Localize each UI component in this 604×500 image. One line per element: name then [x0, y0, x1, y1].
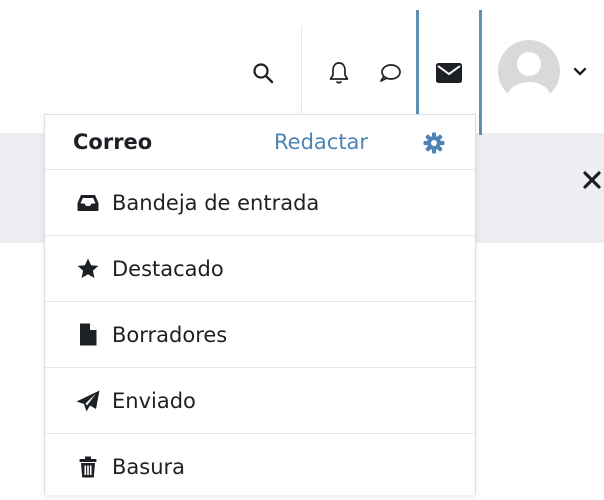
- popover-title: Correo: [73, 130, 153, 154]
- inbox-icon: [76, 191, 100, 215]
- menu-item-label: Borradores: [112, 322, 228, 347]
- menu-item-inbox[interactable]: Bandeja de entrada: [45, 170, 475, 236]
- menu-item-label: Destacado: [112, 256, 224, 281]
- menu-item-label: Bandeja de entrada: [112, 190, 320, 215]
- menu-item-drafts[interactable]: Borradores: [45, 302, 475, 368]
- file-icon: [76, 323, 100, 347]
- search-icon[interactable]: [250, 60, 276, 86]
- popover-header: Correo Redactar: [45, 115, 475, 170]
- compose-link[interactable]: Redactar: [274, 130, 368, 154]
- menu-item-sent[interactable]: Enviado: [45, 368, 475, 434]
- paper-plane-icon: [76, 389, 100, 413]
- bell-icon[interactable]: [326, 59, 352, 87]
- close-icon[interactable]: [582, 170, 602, 194]
- menu-item-label: Basura: [112, 455, 186, 479]
- menu-item-starred[interactable]: Destacado: [45, 236, 475, 302]
- mail-menu: Bandeja de entrada Destacado Borradores: [45, 170, 475, 500]
- menu-item-label: Enviado: [112, 388, 196, 413]
- trash-icon: [76, 455, 100, 479]
- gear-icon[interactable]: [422, 131, 446, 155]
- envelope-icon[interactable]: [434, 61, 464, 85]
- chat-icon[interactable]: [376, 60, 404, 86]
- avatar[interactable]: [498, 40, 560, 102]
- navbar-divider: [301, 26, 302, 118]
- menu-item-trash[interactable]: Basura: [45, 434, 475, 500]
- chevron-down-icon[interactable]: [572, 64, 588, 80]
- mail-popover: Correo Redactar Bandeja de entrada Desta…: [44, 114, 476, 495]
- star-icon: [76, 257, 100, 281]
